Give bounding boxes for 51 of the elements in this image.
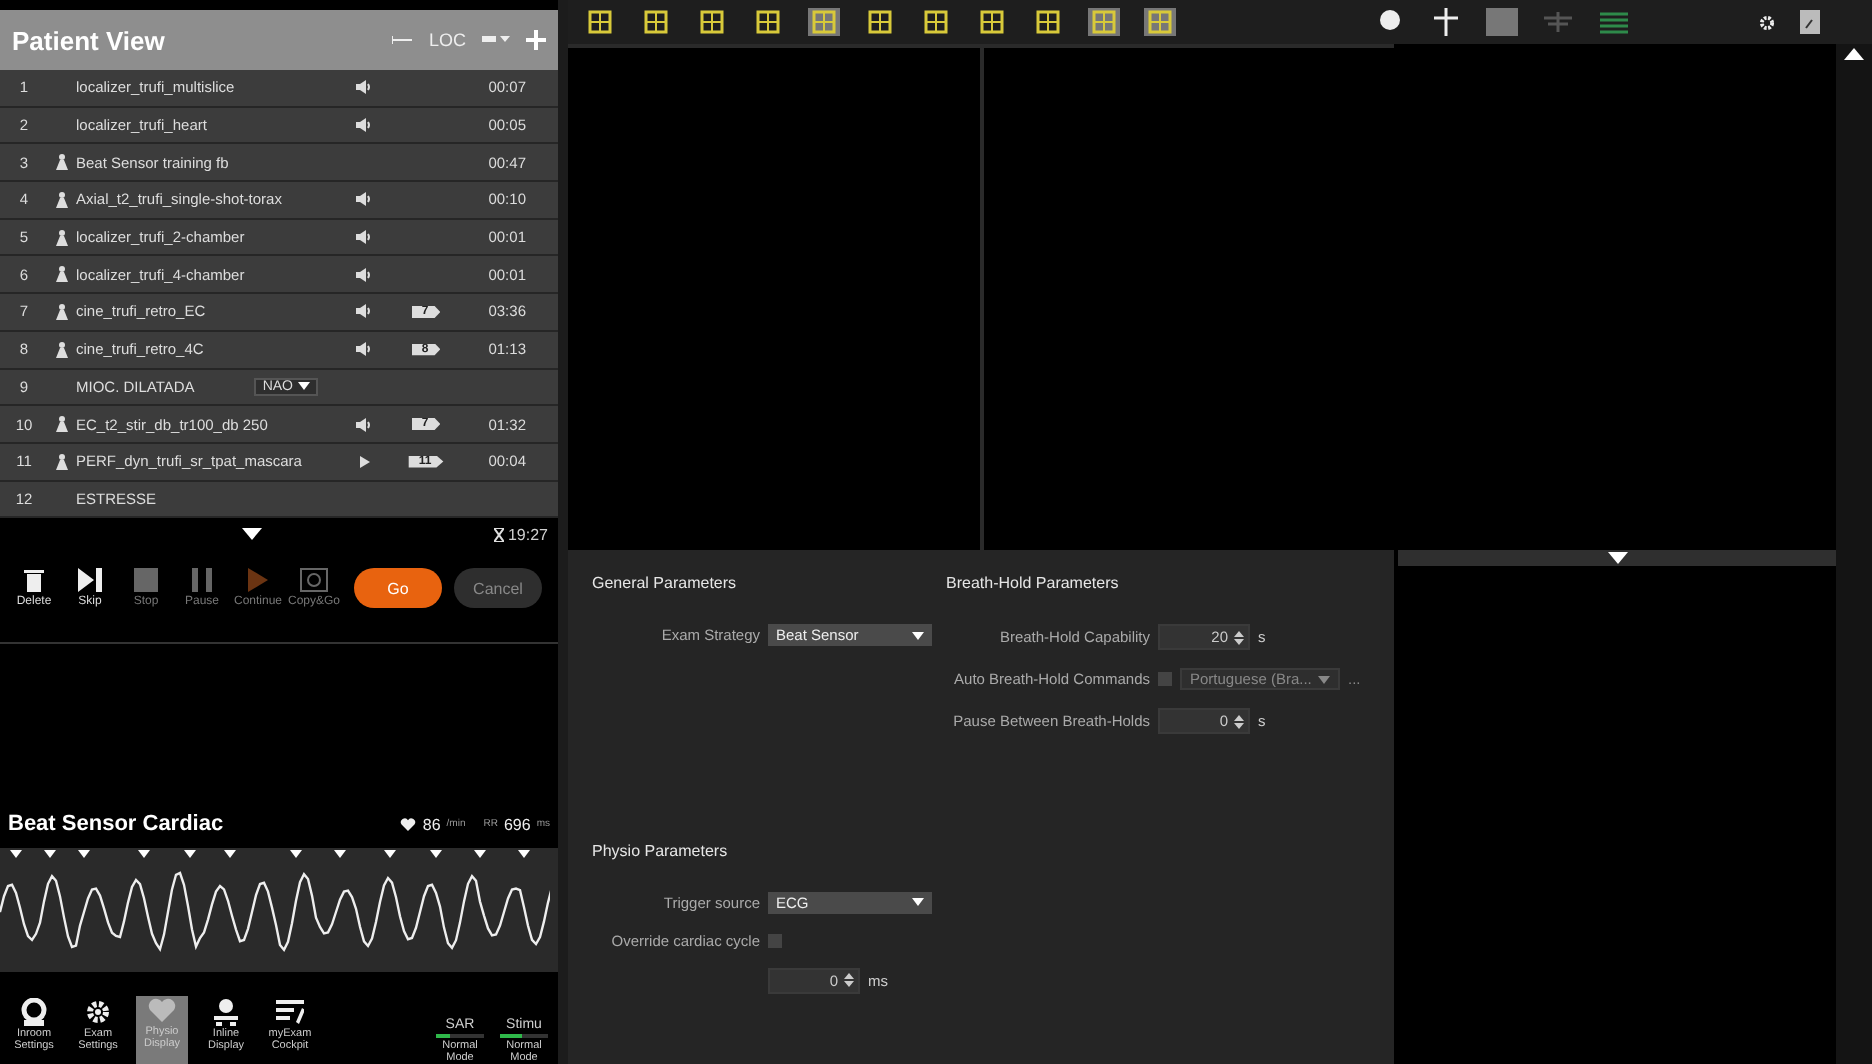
- expand-icon[interactable]: [1607, 552, 1627, 564]
- rr-value: 696: [503, 815, 531, 834]
- list-icon: [276, 998, 304, 1026]
- crosshair-icon[interactable]: [1430, 8, 1462, 36]
- menu-icon[interactable]: [482, 35, 510, 45]
- settings-icon[interactable]: [1758, 13, 1776, 31]
- trigger-marker: [430, 850, 442, 859]
- section-title: General Parameters: [592, 574, 739, 592]
- collapse-icon[interactable]: [1844, 48, 1864, 60]
- trash-icon: [24, 568, 44, 593]
- section-title: Physio Parameters: [592, 841, 730, 859]
- skip-icon: [78, 568, 102, 593]
- spinner-arrows-icon: [844, 972, 854, 988]
- trigger-marker: [78, 850, 90, 859]
- play-icon: [248, 568, 268, 593]
- stop-icon: [134, 568, 158, 593]
- trigger-marker: [290, 850, 302, 859]
- spinner-arrows-icon: [1234, 629, 1244, 645]
- spinner-arrows-icon: [1234, 713, 1244, 729]
- bulb-icon: [212, 998, 240, 1026]
- trigger-marker: [138, 850, 150, 859]
- panel-title: Patient View: [12, 25, 167, 55]
- expand-icon[interactable]: [241, 528, 262, 541]
- gear-icon: [84, 998, 112, 1026]
- caret-icon: [912, 898, 924, 906]
- section-title: Breath-Hold Parameters: [946, 574, 1121, 592]
- pause-icon: [192, 568, 212, 593]
- line-icon: [392, 36, 413, 44]
- checkbox[interactable]: [1158, 672, 1172, 686]
- ring-icon: [20, 998, 48, 1026]
- stack-icon[interactable]: [1598, 8, 1630, 36]
- hourglass-icon: [493, 527, 504, 542]
- trigger-marker: [10, 850, 22, 859]
- trigger-marker: [184, 850, 196, 859]
- physio-title: Beat Sensor Cardiac: [8, 812, 226, 837]
- caret-icon: [912, 631, 924, 639]
- heart-icon: [400, 817, 417, 832]
- heart-rate: 86: [422, 815, 441, 834]
- trigger-marker: [44, 850, 56, 859]
- total-time: 19:27: [493, 525, 548, 544]
- trigger-marker: [224, 850, 236, 859]
- trigger-marker: [334, 850, 346, 859]
- trigger-marker: [384, 850, 396, 859]
- heart-icon: [148, 998, 176, 1024]
- plus-icon[interactable]: [526, 30, 546, 50]
- caret-icon: [298, 382, 311, 391]
- trigger-marker: [518, 850, 530, 859]
- caret-icon: [1318, 675, 1330, 683]
- scanner-icon: [300, 568, 328, 593]
- checkbox[interactable]: [768, 933, 782, 947]
- trigger-marker: [474, 850, 486, 859]
